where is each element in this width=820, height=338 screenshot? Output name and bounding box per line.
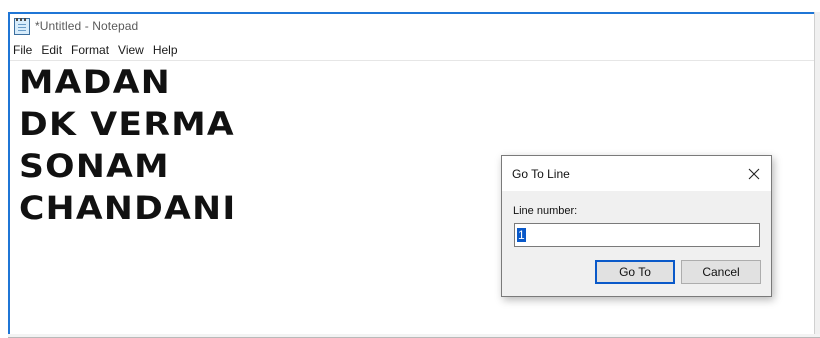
notepad-icon [14, 17, 30, 35]
dialog-title: Go To Line [512, 167, 570, 181]
editor-line: DK VERMA [19, 105, 235, 143]
line-number-label: Line number: [513, 205, 578, 217]
editor-line: MADAN [19, 63, 171, 101]
menu-help[interactable]: Help [149, 41, 182, 59]
line-number-selection: 1 [517, 228, 526, 242]
window-bottom-edge [8, 334, 820, 338]
window-titlebar[interactable]: *Untitled - Notepad [10, 14, 814, 38]
editor-line: SONAM [19, 147, 170, 185]
close-icon[interactable] [737, 156, 771, 191]
line-number-input[interactable] [514, 223, 760, 247]
menu-view[interactable]: View [114, 41, 148, 59]
window-title: *Untitled - Notepad [35, 19, 139, 33]
menu-format[interactable]: Format [67, 41, 113, 59]
close-icon-glyph [748, 168, 760, 179]
dialog-titlebar[interactable]: Go To Line [502, 156, 771, 191]
cancel-button[interactable]: Cancel [681, 260, 761, 284]
menu-edit[interactable]: Edit [37, 41, 66, 59]
go-to-button[interactable]: Go To [595, 260, 675, 284]
menu-bar: File Edit Format View Help [10, 40, 814, 60]
editor-line: CHANDANI [19, 189, 237, 227]
go-to-line-dialog: Go To Line Line number: 1 Go To Cancel [501, 155, 772, 297]
menu-file[interactable]: File [10, 41, 36, 59]
window-right-edge [814, 12, 820, 338]
